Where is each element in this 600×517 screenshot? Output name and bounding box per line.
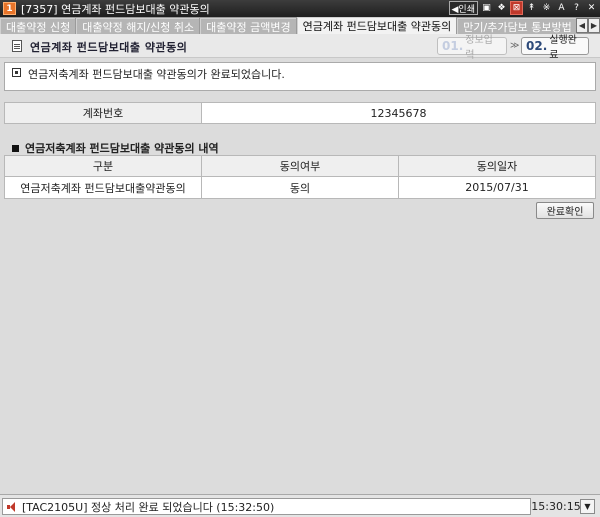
section-bullet-icon [12,144,19,152]
tab-bar: 대출약정 신청 대출약정 해지/신청 취소 대출약정 금액변경 연금계좌 펀드담… [0,17,600,34]
step2-label: 실행완료 [549,35,577,61]
tab-loan-amount-change[interactable]: 대출약정 금액변경 [200,18,296,34]
tab-terms-agreement[interactable]: 연금계좌 펀드담보대출 약관동의 [296,17,457,34]
page-title: 연금계좌 펀드담보대출 약관동의 [30,41,188,54]
cell-category: 연금저축계좌 펀드담보대출약관동의 [5,177,202,198]
title-toolbar: ◀인쇄 ▣ ❖ ⊠ ↟ ※ A ? ✕ [448,1,598,15]
message-text: 연금저축계좌 펀드담보대출 약관동의가 완료되었습니다. [28,68,285,81]
section-title-text: 연금저축계좌 펀드담보대출 약관동의 내역 [25,142,219,155]
step2-number: 02. [526,39,548,53]
close-icon[interactable]: ✕ [585,1,598,15]
title-bar: 1 [7357] 연금계좌 펀드담보대출 약관동의 ◀인쇄 ▣ ❖ ⊠ ↟ ※ … [0,0,600,17]
tab-loan-apply[interactable]: 대출약정 신청 [0,18,76,34]
step1-number: 01. [442,39,464,53]
settings-icon[interactable]: ※ [540,1,553,15]
account-row: 계좌번호 12345678 [4,102,596,124]
table-row[interactable]: 연금저축계좌 펀드담보대출약관동의 동의 2015/07/31 [5,177,595,198]
status-dropdown-icon[interactable]: ▼ [580,499,595,514]
account-value: 12345678 [370,106,427,120]
column-header-category: 구분 [5,156,202,176]
app-badge: 1 [3,2,16,15]
pin-icon[interactable]: ↟ [525,1,538,15]
cell-consent: 동의 [202,177,399,198]
info-square-icon [12,68,21,77]
confirm-complete-button[interactable]: 완료확인 [536,202,594,219]
step-execution-complete[interactable]: 02. 실행완료 [521,35,589,61]
status-message: [TAC2105U] 정상 처리 완료 되었습니다 (15:32:50) [22,500,275,514]
column-header-consent: 동의여부 [202,156,399,176]
cell-date: 2015/07/31 [465,181,529,194]
account-label: 계좌번호 [5,103,202,123]
page-header: 연금계좌 펀드담보대출 약관동의 01. 정보입력 ≫ 02. 실행완료 [0,34,600,61]
document-icon [12,40,22,52]
status-bar: [TAC2105U] 정상 처리 완료 되었습니다 (15:32:50) 15:… [0,494,600,517]
window-icon[interactable]: ▣ [480,1,493,15]
step1-label: 정보입력 [465,35,493,61]
speaker-icon [6,501,18,513]
status-time: 15:30:15 [531,500,581,513]
tab-loan-cancel[interactable]: 대출약정 해지/신청 취소 [76,18,200,34]
help-icon[interactable]: ? [570,1,583,15]
window-title: [7357] 연금계좌 펀드담보대출 약관동의 [21,2,210,16]
step-separator-icon: ≫ [510,41,520,51]
tab-scroll-right-icon[interactable]: ▶ [588,18,600,33]
message-box: 연금저축계좌 펀드담보대출 약관동의가 완료되었습니다. [4,62,596,91]
print-button[interactable]: ◀인쇄 [448,1,478,15]
agreement-table: 구분 동의여부 동의일자 연금저축계좌 펀드담보대출약관동의 동의 2015/0… [4,155,596,199]
step-info-input[interactable]: 01. 정보입력 [437,35,507,61]
link-icon[interactable]: ❖ [495,1,508,15]
font-size-icon[interactable]: A [555,1,568,15]
table-header-row: 구분 동의여부 동의일자 [5,156,595,177]
screen-icon[interactable]: ⊠ [510,1,523,15]
column-header-date: 동의일자 [476,160,518,173]
status-message-box: [TAC2105U] 정상 처리 완료 되었습니다 (15:32:50) [2,498,531,515]
section-title: 연금저축계좌 펀드담보대출 약관동의 내역 [12,140,219,156]
